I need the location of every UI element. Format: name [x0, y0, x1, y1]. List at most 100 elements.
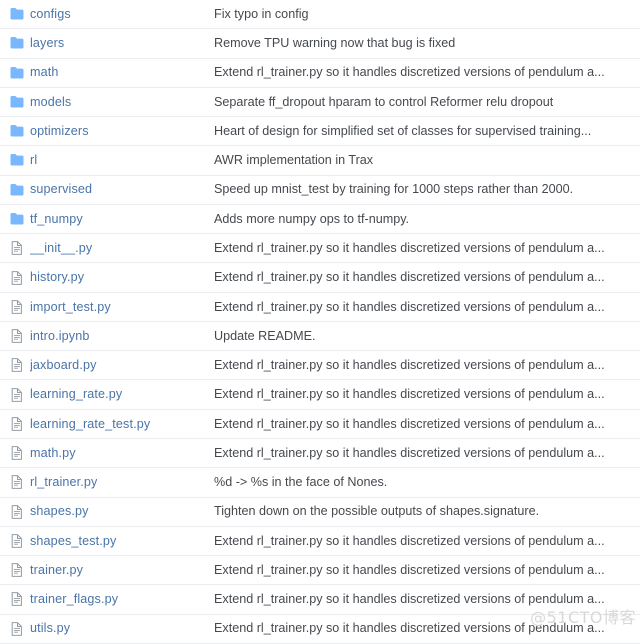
table-row: shapes.py Tighten down on the possible ou… [0, 498, 640, 527]
table-row: learning_rate_test.py Extend rl_trainer.p… [0, 410, 640, 439]
file-name-cell: import_test.py [26, 298, 214, 316]
commit-message-link[interactable]: Extend rl_trainer.py so it handles discr… [214, 357, 605, 373]
commit-message-link[interactable]: Adds more numpy ops to tf-numpy. [214, 211, 409, 227]
file-name-cell: math.py [26, 444, 214, 462]
commit-message-cell: Heart of design for simplified set of cl… [214, 122, 640, 140]
file-icon [0, 299, 26, 315]
commit-message-link[interactable]: Extend rl_trainer.py so it handles discr… [214, 562, 605, 578]
table-row: rl AWR implementation in Trax [0, 146, 640, 175]
commit-message-link[interactable]: Speed up mnist_test by training for 1000… [214, 181, 573, 197]
commit-message-cell: Extend rl_trainer.py so it handles discr… [214, 386, 640, 404]
commit-message-cell: Extend rl_trainer.py so it handles discr… [214, 620, 640, 638]
file-name-cell: learning_rate.py [26, 386, 214, 404]
file-icon [0, 533, 26, 549]
folder-name-link[interactable]: layers [30, 35, 64, 51]
folder-icon [0, 35, 26, 51]
file-name-link[interactable]: trainer.py [30, 562, 83, 578]
commit-message-link[interactable]: Extend rl_trainer.py so it handles discr… [214, 416, 605, 432]
folder-name-link[interactable]: configs [30, 6, 71, 22]
table-row: trainer_flags.py Extend rl_trainer.py so … [0, 585, 640, 614]
file-icon [0, 474, 26, 490]
commit-message-link[interactable]: AWR implementation in Trax [214, 152, 373, 168]
file-icon [0, 416, 26, 432]
commit-message-cell: Extend rl_trainer.py so it handles discr… [214, 532, 640, 550]
file-icon [0, 357, 26, 373]
file-name-link[interactable]: import_test.py [30, 299, 111, 315]
file-name-cell: layers [26, 34, 214, 52]
file-name-link[interactable]: learning_rate.py [30, 386, 122, 402]
table-row: layers Remove TPU warning now that bug is… [0, 29, 640, 58]
commit-message-link[interactable]: Separate ff_dropout hparam to control Re… [214, 94, 553, 110]
file-name-link[interactable]: shapes_test.py [30, 533, 116, 549]
file-name-link[interactable]: learning_rate_test.py [30, 416, 150, 432]
file-name-link[interactable]: jaxboard.py [30, 357, 97, 373]
file-name-link[interactable]: intro.ipynb [30, 328, 90, 344]
commit-message-link[interactable]: Remove TPU warning now that bug is fixed [214, 35, 455, 51]
commit-message-link[interactable]: Heart of design for simplified set of cl… [214, 123, 591, 139]
commit-message-cell: Extend rl_trainer.py so it handles discr… [214, 64, 640, 82]
table-row: math.py Extend rl_trainer.py so it handle… [0, 439, 640, 468]
file-name-cell: math [26, 64, 214, 82]
file-name-link[interactable]: history.py [30, 269, 84, 285]
commit-message-link[interactable]: Extend rl_trainer.py so it handles discr… [214, 533, 605, 549]
folder-name-link[interactable]: tf_numpy [30, 211, 83, 227]
table-row: rl_trainer.py %d -> %s in the face of Non… [0, 468, 640, 497]
commit-message-link[interactable]: Extend rl_trainer.py so it handles discr… [214, 299, 605, 315]
commit-message-cell: AWR implementation in Trax [214, 151, 640, 169]
commit-message-cell: Extend rl_trainer.py so it handles discr… [214, 356, 640, 374]
folder-name-link[interactable]: rl [30, 152, 37, 168]
folder-icon [0, 152, 26, 168]
folder-name-link[interactable]: supervised [30, 181, 92, 197]
table-row: intro.ipynb Update README. [0, 322, 640, 351]
table-row: supervised Speed up mnist_test by trainin… [0, 176, 640, 205]
file-name-link[interactable]: __init__.py [30, 240, 92, 256]
table-row: __init__.py Extend rl_trainer.py so it ha… [0, 234, 640, 263]
file-name-link[interactable]: shapes.py [30, 503, 89, 519]
table-row: utils.py Extend rl_trainer.py so it handl… [0, 615, 640, 644]
file-name-cell: tf_numpy [26, 210, 214, 228]
commit-message-link[interactable]: Extend rl_trainer.py so it handles discr… [214, 445, 605, 461]
file-name-link[interactable]: trainer_flags.py [30, 591, 118, 607]
folder-icon [0, 65, 26, 81]
table-row: learning_rate.py Extend rl_trainer.py so … [0, 380, 640, 409]
file-name-cell: trainer_flags.py [26, 590, 214, 608]
commit-message-link[interactable]: %d -> %s in the face of Nones. [214, 474, 387, 490]
file-icon [0, 621, 26, 637]
file-name-link[interactable]: utils.py [30, 620, 70, 636]
commit-message-cell: Extend rl_trainer.py so it handles discr… [214, 269, 640, 287]
file-name-cell: supervised [26, 181, 214, 199]
commit-message-cell: Extend rl_trainer.py so it handles discr… [214, 444, 640, 462]
commit-message-link[interactable]: Fix typo in config [214, 6, 309, 22]
commit-message-cell: Speed up mnist_test by training for 1000… [214, 181, 640, 199]
commit-message-link[interactable]: Update README. [214, 328, 316, 344]
commit-message-link[interactable]: Extend rl_trainer.py so it handles discr… [214, 64, 605, 80]
file-icon [0, 591, 26, 607]
commit-message-cell: Extend rl_trainer.py so it handles discr… [214, 298, 640, 316]
file-icon [0, 328, 26, 344]
commit-message-link[interactable]: Extend rl_trainer.py so it handles discr… [214, 386, 605, 402]
folder-icon [0, 211, 26, 227]
table-row: trainer.py Extend rl_trainer.py so it han… [0, 556, 640, 585]
folder-icon [0, 94, 26, 110]
commit-message-cell: Remove TPU warning now that bug is fixed [214, 34, 640, 52]
file-name-cell: rl [26, 151, 214, 169]
table-row: models Separate ff_dropout hparam to cont… [0, 88, 640, 117]
folder-name-link[interactable]: math [30, 64, 59, 80]
file-name-link[interactable]: rl_trainer.py [30, 474, 97, 490]
folder-name-link[interactable]: optimizers [30, 123, 89, 139]
file-name-cell: history.py [26, 269, 214, 287]
file-name-cell: __init__.py [26, 239, 214, 257]
commit-message-link[interactable]: Extend rl_trainer.py so it handles discr… [214, 269, 605, 285]
table-row: import_test.py Extend rl_trainer.py so it… [0, 293, 640, 322]
file-name-cell: shapes_test.py [26, 532, 214, 550]
file-icon [0, 240, 26, 256]
commit-message-link[interactable]: Tighten down on the possible outputs of … [214, 503, 539, 519]
file-listing-table: configs Fix typo in config layers Remove TP… [0, 0, 640, 644]
table-row: jaxboard.py Extend rl_trainer.py so it ha… [0, 351, 640, 380]
folder-icon [0, 6, 26, 22]
file-name-link[interactable]: math.py [30, 445, 76, 461]
commit-message-link[interactable]: Extend rl_trainer.py so it handles discr… [214, 620, 605, 636]
folder-name-link[interactable]: models [30, 94, 71, 110]
commit-message-link[interactable]: Extend rl_trainer.py so it handles discr… [214, 591, 605, 607]
commit-message-link[interactable]: Extend rl_trainer.py so it handles discr… [214, 240, 605, 256]
